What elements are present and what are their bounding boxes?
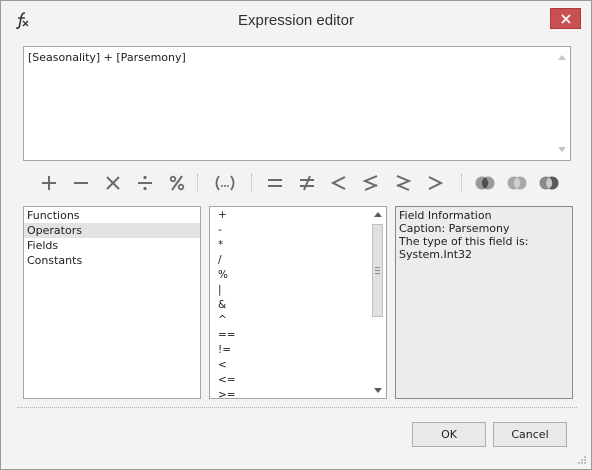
less-or-equal-button[interactable] (359, 171, 383, 195)
resize-grip-icon[interactable] (577, 455, 587, 465)
toolbar-separator (251, 174, 252, 192)
category-item-constants[interactable]: Constants (24, 253, 200, 268)
divide-icon (138, 175, 152, 191)
less-than-icon (330, 176, 346, 190)
title-bar: Expression editor (1, 1, 591, 41)
less-than-button[interactable] (327, 171, 351, 195)
list-item[interactable]: < (210, 358, 370, 373)
list-item[interactable]: == (210, 328, 370, 343)
equals-button[interactable] (263, 171, 287, 195)
list-item[interactable]: - (210, 223, 370, 238)
close-icon (560, 13, 571, 24)
equals-icon (268, 179, 282, 187)
category-item-fields[interactable]: Fields (24, 238, 200, 253)
not-equal-icon (300, 175, 314, 191)
list-item[interactable]: | (210, 283, 370, 298)
minus-icon (74, 182, 88, 184)
toolbar-separator (461, 174, 462, 192)
expression-scrollbar[interactable] (555, 47, 570, 160)
ok-button[interactable]: OK (412, 422, 486, 447)
scroll-thumb[interactable] (372, 224, 383, 317)
plus-button[interactable] (37, 171, 61, 195)
category-item-functions[interactable]: Functions (24, 208, 200, 223)
category-item-operators[interactable]: Operators (24, 223, 200, 238)
cancel-button[interactable]: Cancel (493, 422, 567, 447)
percent-button[interactable] (165, 171, 189, 195)
info-type-label: The type of this field is: (399, 235, 529, 248)
list-item[interactable]: ^ (210, 313, 370, 328)
operator-list: + - * / % | & ^ == != < <= >= (209, 206, 387, 399)
and-button[interactable] (473, 171, 497, 195)
and-icon (475, 176, 495, 190)
scroll-down-icon[interactable] (558, 147, 566, 152)
multiply-icon (106, 176, 120, 190)
list-item[interactable]: <= (210, 373, 370, 388)
percent-icon (169, 175, 185, 191)
category-list: Functions Operators Fields Constants (23, 206, 201, 399)
expression-text: [Seasonality] + [Parsemony] (28, 51, 186, 64)
greater-than-icon (428, 176, 444, 190)
not-button[interactable] (537, 171, 561, 195)
less-or-equal-icon (362, 175, 378, 191)
list-item[interactable]: / (210, 253, 370, 268)
list-item[interactable]: % (210, 268, 370, 283)
scroll-up-icon[interactable] (558, 55, 566, 60)
footer-divider (17, 407, 577, 408)
not-icon (539, 176, 559, 190)
close-button[interactable] (550, 8, 581, 29)
not-equal-button[interactable] (295, 171, 319, 195)
divide-button[interactable] (133, 171, 157, 195)
list-item[interactable]: != (210, 343, 370, 358)
greater-than-button[interactable] (423, 171, 447, 195)
or-button[interactable] (505, 171, 529, 195)
scroll-up-icon[interactable] (374, 212, 382, 217)
or-icon (507, 176, 527, 190)
greater-or-equal-button[interactable] (391, 171, 415, 195)
minus-button[interactable] (69, 171, 93, 195)
parentheses-icon (215, 175, 235, 191)
operator-list-scrollbar[interactable] (370, 207, 386, 398)
list-item[interactable]: >= (210, 388, 370, 398)
list-item[interactable]: & (210, 298, 370, 313)
list-item[interactable]: * (210, 238, 370, 253)
parentheses-button[interactable] (211, 171, 239, 195)
scroll-down-icon[interactable] (374, 388, 382, 393)
expression-editor-dialog: Expression editor [Seasonality] + [Parse… (0, 0, 592, 470)
greater-or-equal-icon (396, 175, 412, 191)
list-item[interactable]: + (210, 208, 370, 223)
plus-icon (42, 176, 56, 190)
info-type-value: System.Int32 (399, 248, 473, 261)
expression-input[interactable]: [Seasonality] + [Parsemony] (23, 46, 571, 161)
info-caption: Caption: Parsemony (399, 222, 510, 235)
operator-toolbar (37, 171, 567, 195)
info-heading: Field Information (399, 209, 492, 222)
window-title: Expression editor (238, 12, 354, 29)
multiply-button[interactable] (101, 171, 125, 195)
field-info-panel: Field Information Caption: Parsemony The… (395, 206, 573, 399)
toolbar-separator (197, 174, 198, 192)
